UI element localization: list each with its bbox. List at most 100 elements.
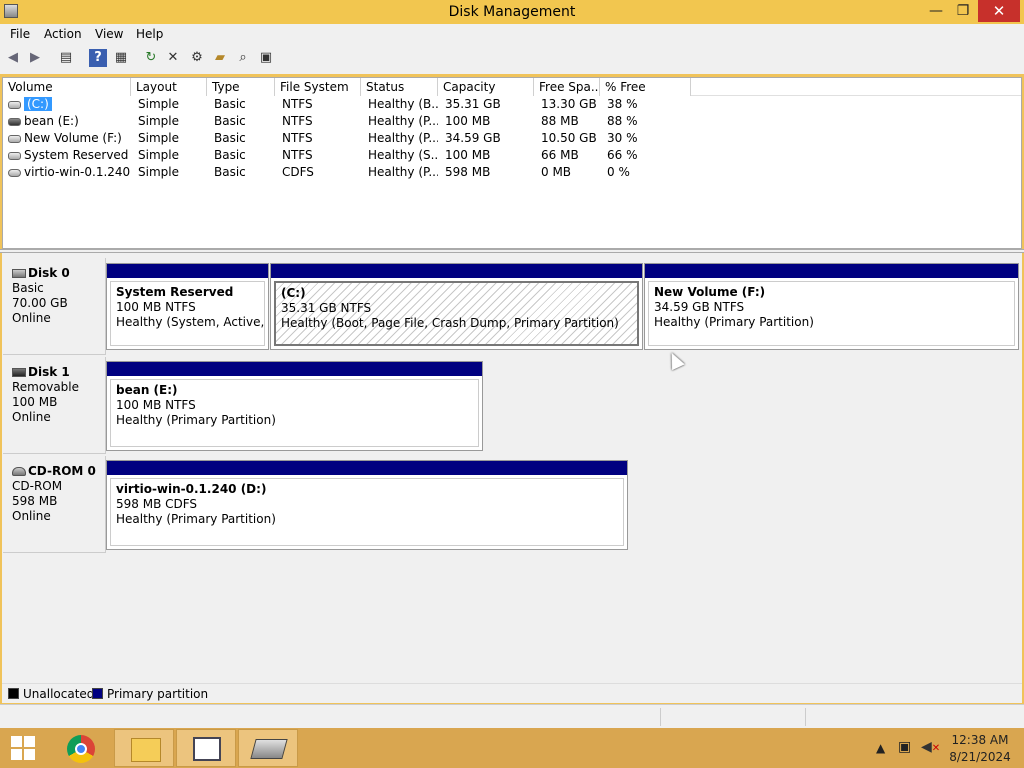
percent-free-cell: 0 %	[607, 165, 630, 179]
table-row[interactable]: System Reserved Simple Basic NTFS Health…	[3, 147, 1021, 164]
partition-name: New Volume (F:)	[654, 285, 766, 299]
partition-size: 34.59 GB NTFS	[654, 300, 745, 314]
primary-partition-bar	[107, 461, 627, 475]
file-system-cell: NTFS	[282, 148, 313, 162]
disk-name: Disk 1	[28, 365, 70, 379]
file-explorer-icon	[131, 738, 161, 762]
menu-view[interactable]: View	[95, 27, 123, 41]
settings-icon[interactable]: ⚙	[188, 49, 206, 67]
start-button[interactable]	[0, 728, 48, 768]
removable-disk-icon	[12, 368, 26, 377]
taskbar-file-explorer[interactable]	[114, 729, 174, 767]
clock-time[interactable]: 12:38 AM	[940, 733, 1020, 747]
disk-size: 598 MB	[12, 494, 58, 508]
partition-name: bean (E:)	[116, 383, 178, 397]
back-icon[interactable]: ◀	[4, 49, 22, 67]
close-button[interactable]: ✕	[978, 0, 1020, 22]
column-volume[interactable]: Volume	[3, 78, 131, 96]
taskbar-disk-management[interactable]	[238, 729, 298, 767]
column-free-space[interactable]: Free Spa...	[534, 78, 600, 96]
layout-cell: Simple	[138, 114, 179, 128]
title-bar: Disk Management — ❐ ✕	[0, 0, 1024, 24]
disk-icon[interactable]: ▣	[257, 49, 275, 67]
status-cell: Healthy (B...	[368, 97, 438, 111]
menu-file[interactable]: File	[10, 27, 30, 41]
partition-c[interactable]: (C:) 35.31 GB NTFS Healthy (Boot, Page F…	[270, 263, 643, 350]
capacity-cell: 100 MB	[445, 114, 491, 128]
volume-name[interactable]: (C:)	[24, 97, 52, 111]
capacity-cell: 35.31 GB	[445, 97, 501, 111]
partition-name: System Reserved	[116, 285, 234, 299]
partition-size: 35.31 GB NTFS	[281, 301, 372, 315]
disk-type: Basic	[12, 281, 44, 295]
volume-name[interactable]: System Reserved	[24, 148, 128, 162]
show-hide-console-tree-icon[interactable]: ▤	[57, 49, 75, 67]
windows-logo-icon	[11, 736, 22, 747]
table-row[interactable]: bean (E:) Simple Basic NTFS Healthy (P..…	[3, 113, 1021, 130]
network-icon[interactable]: ▣	[898, 739, 911, 755]
window-title: Disk Management	[448, 4, 576, 20]
type-cell: Basic	[214, 97, 246, 111]
volume-muted-icon[interactable]: ◀✕	[921, 739, 940, 755]
volume-name[interactable]: New Volume (F:)	[24, 131, 122, 145]
status-cell: Healthy (P...	[368, 114, 438, 128]
menu-action[interactable]: Action	[44, 27, 82, 41]
column-capacity[interactable]: Capacity	[438, 78, 534, 96]
volume-name[interactable]: bean (E:)	[24, 114, 79, 128]
status-bar	[0, 704, 1024, 728]
volume-list[interactable]: Volume Layout Type File System Status Ca…	[2, 77, 1022, 249]
legend-swatch-primary	[92, 688, 103, 699]
taskbar-mmc[interactable]	[176, 729, 236, 767]
column-percent-free[interactable]: % Free	[600, 78, 691, 96]
volume-list-header: Volume Layout Type File System Status Ca…	[3, 78, 1021, 96]
volume-icon	[8, 134, 21, 143]
forward-icon[interactable]: ▶	[26, 49, 44, 67]
type-cell: Basic	[214, 148, 246, 162]
column-type[interactable]: Type	[207, 78, 275, 96]
clock-date[interactable]: 8/21/2024	[940, 750, 1020, 764]
disk-0-label[interactable]: Disk 0 Basic 70.00 GB Online	[3, 258, 106, 355]
column-layout[interactable]: Layout	[131, 78, 207, 96]
table-row[interactable]: (C:) Simple Basic NTFS Healthy (B... 35.…	[3, 96, 1021, 113]
primary-partition-bar	[271, 264, 642, 278]
free-space-cell: 88 MB	[541, 114, 579, 128]
search-icon[interactable]: ⌕	[234, 49, 252, 67]
partition-new-volume-f[interactable]: New Volume (F:) 34.59 GB NTFS Healthy (P…	[644, 263, 1019, 350]
column-file-system[interactable]: File System	[275, 78, 361, 96]
file-system-cell: NTFS	[282, 131, 313, 145]
partition-size: 100 MB NTFS	[116, 398, 196, 412]
restore-button[interactable]: ❐	[950, 0, 976, 22]
legend-label-unallocated: Unallocated	[23, 687, 95, 701]
taskbar-chrome[interactable]	[52, 729, 112, 767]
show-hidden-icons-icon[interactable]: ▲	[876, 741, 885, 755]
open-folder-icon[interactable]: ▰	[211, 49, 229, 67]
disk-state: Online	[12, 509, 51, 523]
properties-icon[interactable]: ▦	[112, 49, 130, 67]
volume-icon	[8, 117, 21, 126]
delete-icon[interactable]: ✕	[164, 49, 182, 67]
help-icon[interactable]: ?	[89, 49, 107, 67]
disk-1-label[interactable]: Disk 1 Removable 100 MB Online	[3, 357, 106, 454]
legend-swatch-unallocated	[8, 688, 19, 699]
volume-name[interactable]: virtio-win-0.1.240 ...	[24, 165, 131, 179]
percent-free-cell: 30 %	[607, 131, 638, 145]
primary-partition-bar	[107, 264, 268, 278]
table-row[interactable]: New Volume (F:) Simple Basic NTFS Health…	[3, 130, 1021, 147]
legend-label-primary: Primary partition	[107, 687, 209, 701]
disk-type: Removable	[12, 380, 80, 394]
refresh-icon[interactable]: ↻	[142, 49, 160, 67]
type-cell: Basic	[214, 165, 246, 179]
partition-bean-e[interactable]: bean (E:) 100 MB NTFS Healthy (Primary P…	[106, 361, 483, 451]
partition-virtio-win-d[interactable]: virtio-win-0.1.240 (D:) 598 MB CDFS Heal…	[106, 460, 628, 550]
table-row[interactable]: virtio-win-0.1.240 ... Simple Basic CDFS…	[3, 164, 1021, 181]
minimize-button[interactable]: —	[920, 0, 952, 22]
disk-state: Online	[12, 311, 51, 325]
partition-status: Healthy (System, Active, Primary Partiti…	[116, 315, 265, 329]
partition-system-reserved[interactable]: System Reserved 100 MB NTFS Healthy (Sys…	[106, 263, 269, 350]
cd-rom-0-label[interactable]: CD-ROM 0 CD-ROM 598 MB Online	[3, 456, 106, 553]
disk-name: Disk 0	[28, 266, 70, 280]
column-status[interactable]: Status	[361, 78, 438, 96]
partition-size: 598 MB CDFS	[116, 497, 198, 511]
menu-help[interactable]: Help	[136, 27, 163, 41]
status-cell: Healthy (P...	[368, 131, 438, 145]
